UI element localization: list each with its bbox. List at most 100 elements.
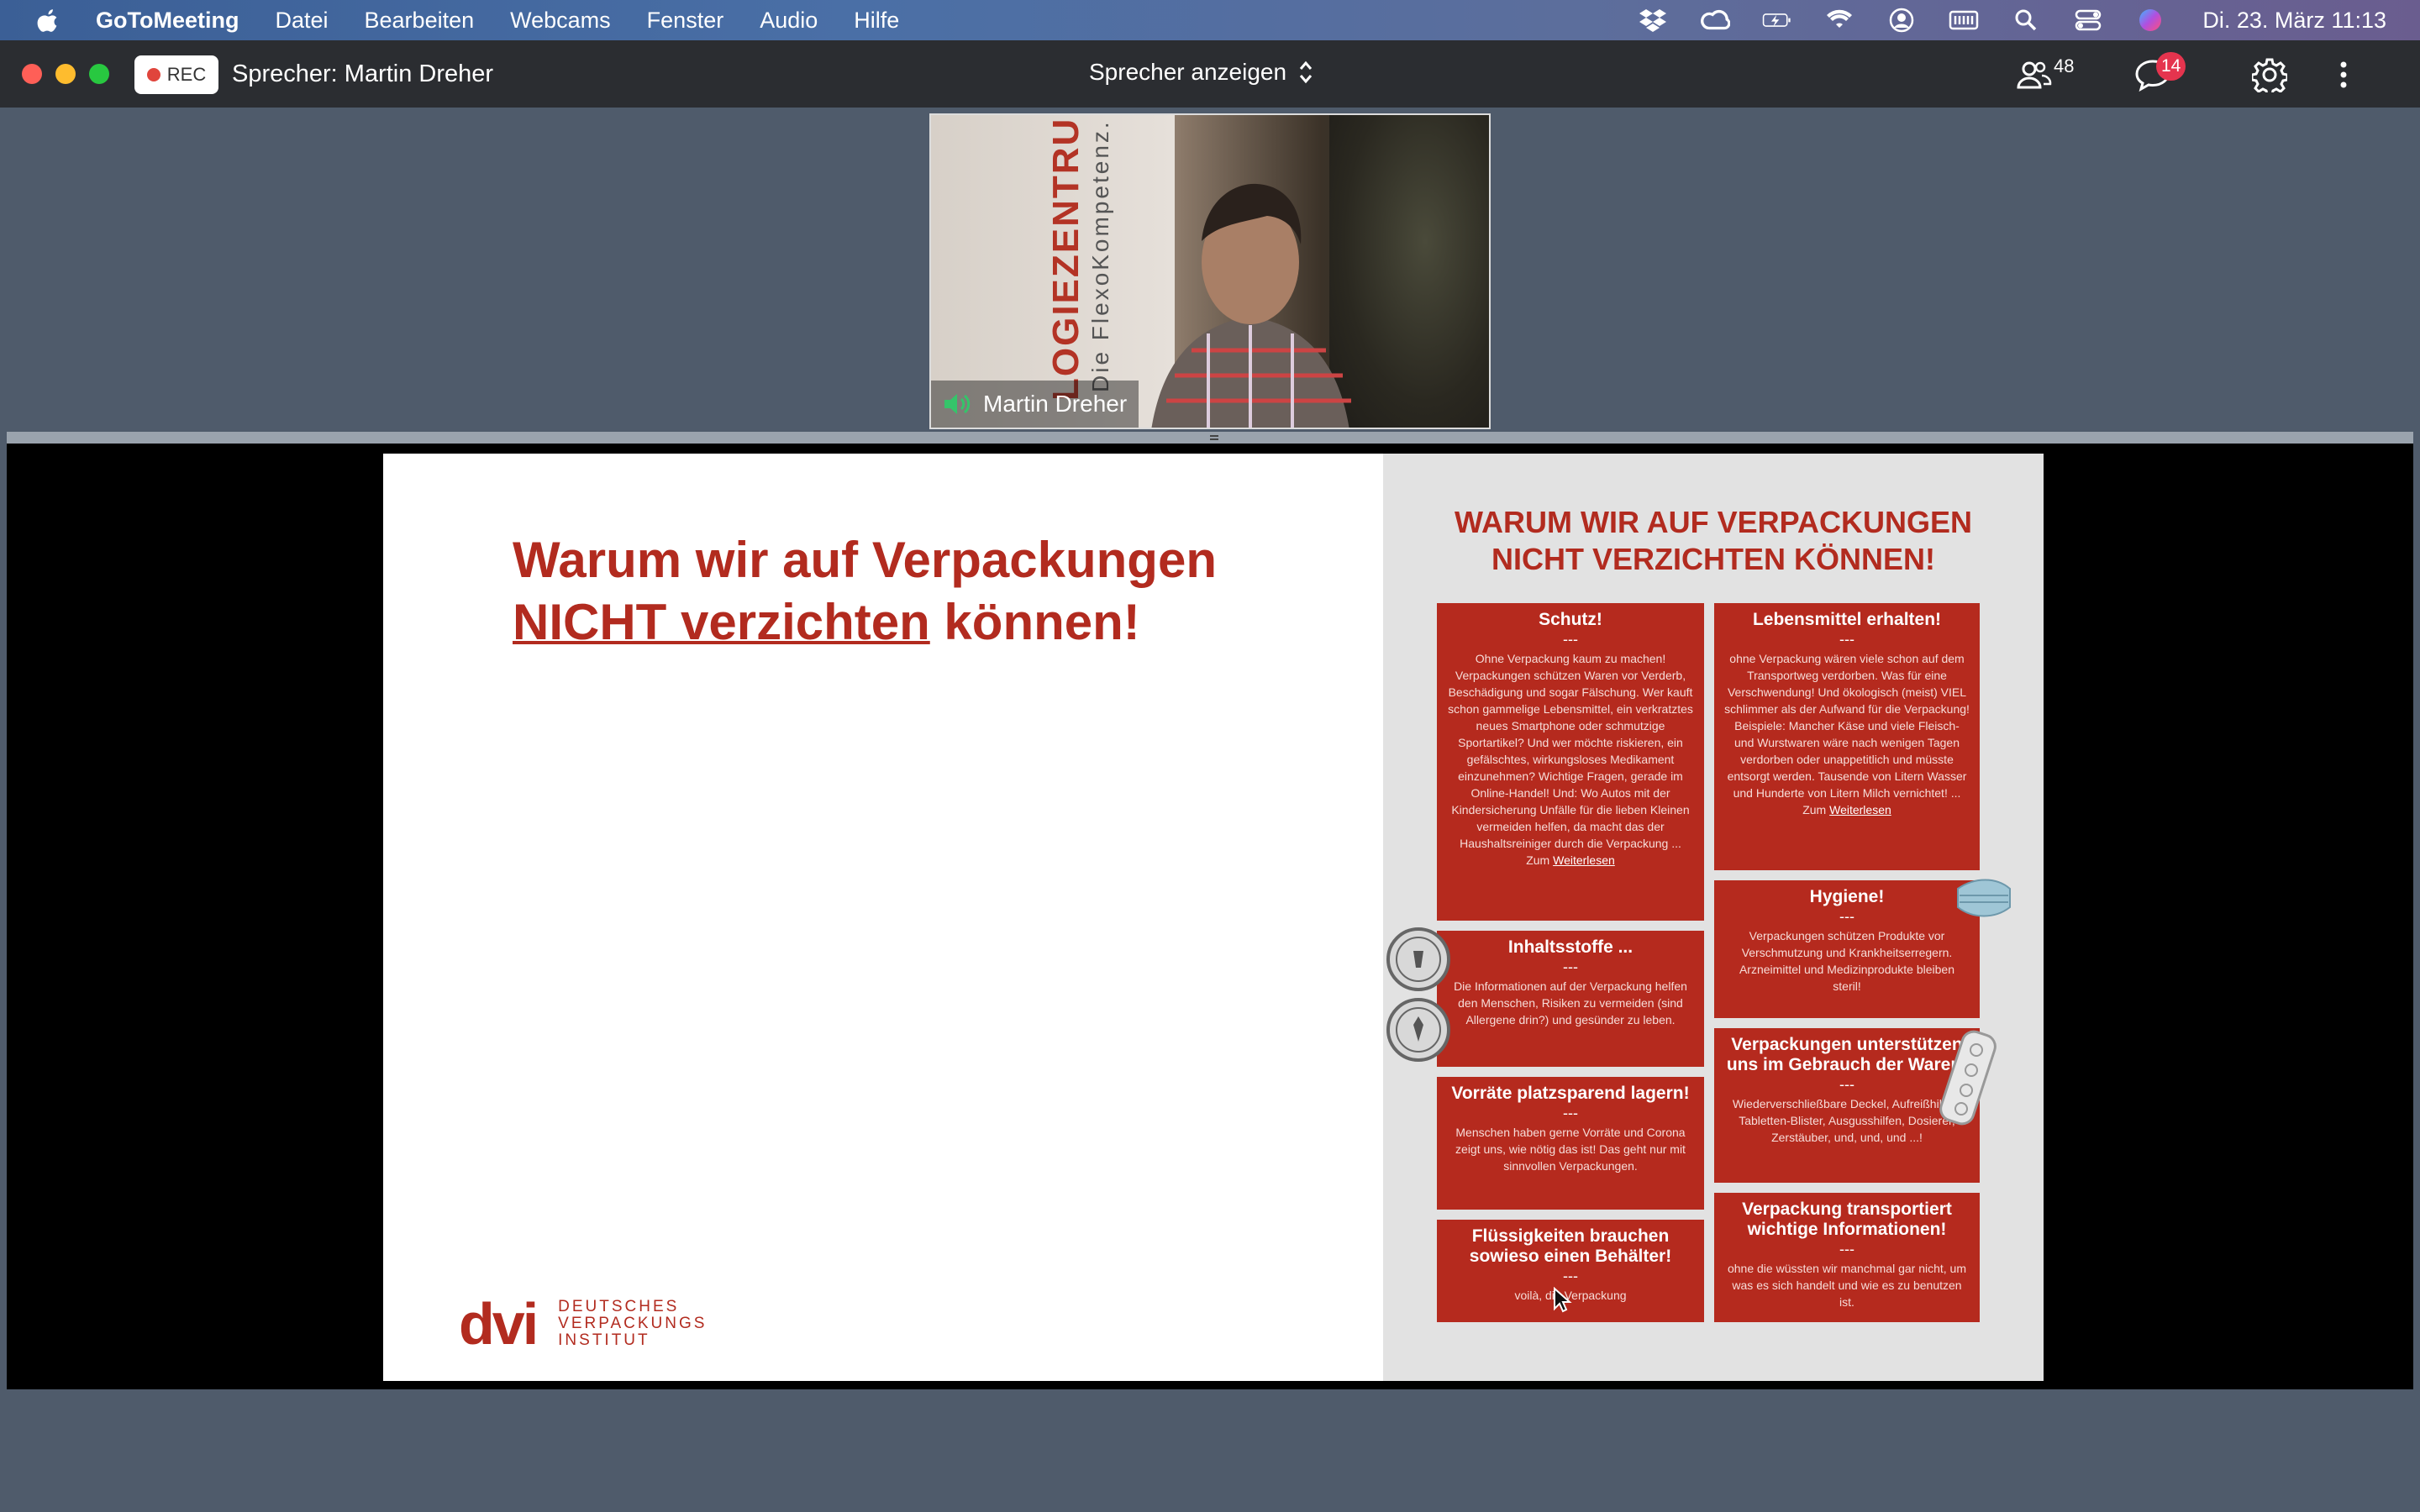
wifi-icon[interactable] bbox=[1824, 8, 1854, 33]
card-title: Verpackung transportiert wichtige Inform… bbox=[1742, 1200, 1952, 1239]
menu-webcams[interactable]: Webcams bbox=[510, 8, 611, 34]
shared-screen: Warum wir auf Verpackungen NICHT verzich… bbox=[7, 444, 2413, 1389]
card-vorraete: Vorräte platzsparend lagern! --- Mensche… bbox=[1437, 1077, 1704, 1210]
card-body: Die Informationen auf der Verpackung hel… bbox=[1454, 979, 1687, 1026]
card-divider: --- bbox=[1839, 631, 1854, 648]
card-text: Ohne Verpackung kaum zu machen! Verpacku… bbox=[1448, 652, 1693, 867]
more-options-button[interactable] bbox=[2339, 55, 2348, 94]
slide-title-rest: können! bbox=[929, 594, 1140, 650]
infographic-title: WARUM WIR AUF VERPACKUNGEN NICHT VERZICH… bbox=[1383, 504, 2044, 578]
slide-title-line2: NICHT verzichten können! bbox=[513, 591, 1217, 654]
zoom-window-button[interactable] bbox=[89, 64, 109, 84]
attendees-button[interactable]: 48 bbox=[2017, 55, 2074, 94]
card-informationen: Verpackung transportiert wichtige Inform… bbox=[1714, 1193, 1980, 1322]
user-icon[interactable] bbox=[1886, 8, 1917, 33]
chevron-up-down-icon bbox=[1299, 60, 1313, 84]
card-title: Verpackungen unterstützen uns im Gebrauc… bbox=[1726, 1035, 1968, 1074]
menu-fenster[interactable]: Fenster bbox=[647, 8, 724, 34]
meeting-toolbar: REC Sprecher: Martin Dreher Sprecher anz… bbox=[0, 40, 2420, 108]
webcam-name-bar: Martin Dreher bbox=[931, 381, 1139, 428]
seal-stamps-icon bbox=[1386, 927, 1450, 1062]
weiterlesen-link[interactable]: Weiterlesen bbox=[1829, 803, 1891, 816]
infographic-title-line2: NICHT VERZICHTEN KÖNNEN! bbox=[1491, 542, 1935, 576]
record-dot-icon bbox=[146, 68, 160, 81]
presentation-slide: Warum wir auf Verpackungen NICHT verzich… bbox=[383, 454, 2044, 1381]
card-inhaltsstoffe: Inhaltsstoffe ... --- Die Informationen … bbox=[1437, 931, 1704, 1067]
slide-title: Warum wir auf Verpackungen NICHT verzich… bbox=[513, 529, 1217, 654]
gear-icon bbox=[2252, 58, 2287, 92]
dvi-logo-mark: dvi bbox=[459, 1291, 539, 1357]
recording-indicator[interactable]: REC bbox=[134, 55, 218, 94]
dropbox-icon[interactable] bbox=[1638, 8, 1668, 33]
card-title: Inhaltsstoffe ... bbox=[1507, 937, 1634, 957]
card-divider: --- bbox=[1839, 1076, 1854, 1093]
card-divider: --- bbox=[1563, 631, 1578, 648]
speaker-webcam-tile[interactable]: LOGIEZENTRUM Die FlexoKompetenz. Martin … bbox=[929, 113, 1491, 429]
attendee-count: 48 bbox=[2054, 55, 2075, 76]
banner-subtext: Die FlexoKompetenz. bbox=[1087, 119, 1113, 392]
card-body: Ohne Verpackung kaum zu machen! Verpacku… bbox=[1447, 650, 1694, 869]
weiterlesen-link[interactable]: Weiterlesen bbox=[1553, 853, 1615, 867]
menu-bar: GoToMeeting Datei Bearbeiten Webcams Fen… bbox=[0, 0, 2420, 40]
rec-label: REC bbox=[166, 64, 207, 85]
creative-cloud-icon[interactable] bbox=[1700, 8, 1731, 33]
card-body: ohne die wüssten wir manchmal gar nicht,… bbox=[1727, 1262, 1967, 1309]
card-hygiene: Hygiene! --- Verpackungen schützen Produ… bbox=[1714, 880, 1980, 1018]
menu-datei[interactable]: Datei bbox=[275, 8, 328, 34]
keyboard-icon[interactable] bbox=[1949, 8, 1979, 33]
card-divider: --- bbox=[1563, 958, 1578, 975]
menubar-clock[interactable]: Di. 23. März 11:13 bbox=[2202, 8, 2386, 34]
card-title: Schutz! bbox=[1539, 610, 1602, 629]
dvi-word-1: DEUTSCHES bbox=[558, 1298, 680, 1315]
card-title: Hygiene! bbox=[1809, 887, 1885, 906]
status-area: Di. 23. März 11:13 bbox=[1606, 0, 2386, 40]
dvi-word-3: INSTITUT bbox=[558, 1331, 650, 1349]
dvi-logo-words: DEUTSCHES VERPACKUNGS INSTITUT bbox=[558, 1299, 707, 1349]
view-mode-label: Sprecher anzeigen bbox=[1089, 59, 1287, 85]
dvi-word-2: VERPACKUNGS bbox=[558, 1315, 708, 1332]
card-title: Lebensmittel erhalten! bbox=[1752, 610, 1942, 629]
banner-text: LOGIEZENTRUM bbox=[1045, 113, 1086, 401]
infographic-title-line1: WARUM WIR AUF VERPACKUNGEN bbox=[1455, 505, 1972, 539]
resize-grip-icon[interactable] bbox=[1210, 435, 1218, 440]
card-title: Vorräte platzsparend lagern! bbox=[1451, 1084, 1690, 1103]
apple-icon[interactable] bbox=[37, 8, 60, 33]
card-divider: --- bbox=[1563, 1268, 1578, 1284]
battery-icon[interactable] bbox=[1762, 8, 1792, 33]
speaker-figure bbox=[1151, 183, 1351, 428]
panel-resize-divider[interactable] bbox=[7, 432, 2413, 444]
search-icon[interactable] bbox=[2011, 8, 2041, 33]
pill-blister-icon bbox=[1939, 1030, 1996, 1126]
face-mask-icon bbox=[1957, 879, 2011, 917]
slide-title-line1: Warum wir auf Verpackungen bbox=[513, 532, 1217, 588]
menu-bearbeiten[interactable]: Bearbeiten bbox=[365, 8, 475, 34]
infographic-panel: WARUM WIR AUF VERPACKUNGEN NICHT VERZICH… bbox=[1383, 454, 2044, 1381]
view-mode-select[interactable]: Sprecher anzeigen bbox=[1089, 59, 1313, 86]
slide-title-underlined: NICHT verzichten bbox=[513, 594, 930, 650]
card-body: Wiederverschließbare Deckel, Aufreißhilf… bbox=[1732, 1097, 1962, 1144]
settings-button[interactable] bbox=[2252, 55, 2287, 94]
card-lebensmittel: Lebensmittel erhalten! --- ohne Verpacku… bbox=[1714, 603, 1980, 870]
more-icon bbox=[2340, 61, 2347, 88]
menu-audio[interactable]: Audio bbox=[760, 8, 818, 34]
card-divider: --- bbox=[1839, 1241, 1854, 1257]
current-speaker-label: Sprecher: Martin Dreher bbox=[232, 60, 494, 87]
card-body: Verpackungen schützen Produkte vor Versc… bbox=[1739, 929, 1955, 993]
control-center-icon[interactable] bbox=[2073, 8, 2103, 33]
close-window-button[interactable] bbox=[22, 64, 42, 84]
speaker-icon bbox=[944, 394, 971, 414]
mouse-cursor-icon bbox=[1554, 1287, 1572, 1313]
menu-hilfe[interactable]: Hilfe bbox=[854, 8, 899, 34]
card-body: ohne Verpackung wären viele schon auf de… bbox=[1724, 650, 1970, 818]
minimize-window-button[interactable] bbox=[55, 64, 76, 84]
card-divider: --- bbox=[1839, 908, 1854, 925]
chat-unread-badge: 14 bbox=[2156, 52, 2186, 81]
card-body: Menschen haben gerne Vorräte und Corona … bbox=[1455, 1126, 1686, 1173]
dvi-logo: dvi DEUTSCHES VERPACKUNGS INSTITUT bbox=[459, 1291, 707, 1357]
siri-icon[interactable] bbox=[2135, 8, 2165, 33]
card-title: Flüssigkeiten brauchen sowieso einen Beh… bbox=[1469, 1226, 1672, 1266]
webcam-name: Martin Dreher bbox=[983, 391, 1128, 417]
menu-app-name[interactable]: GoToMeeting bbox=[96, 8, 239, 34]
people-icon bbox=[2017, 61, 2052, 89]
card-schutz: Schutz! --- Ohne Verpackung kaum zu mach… bbox=[1437, 603, 1704, 921]
